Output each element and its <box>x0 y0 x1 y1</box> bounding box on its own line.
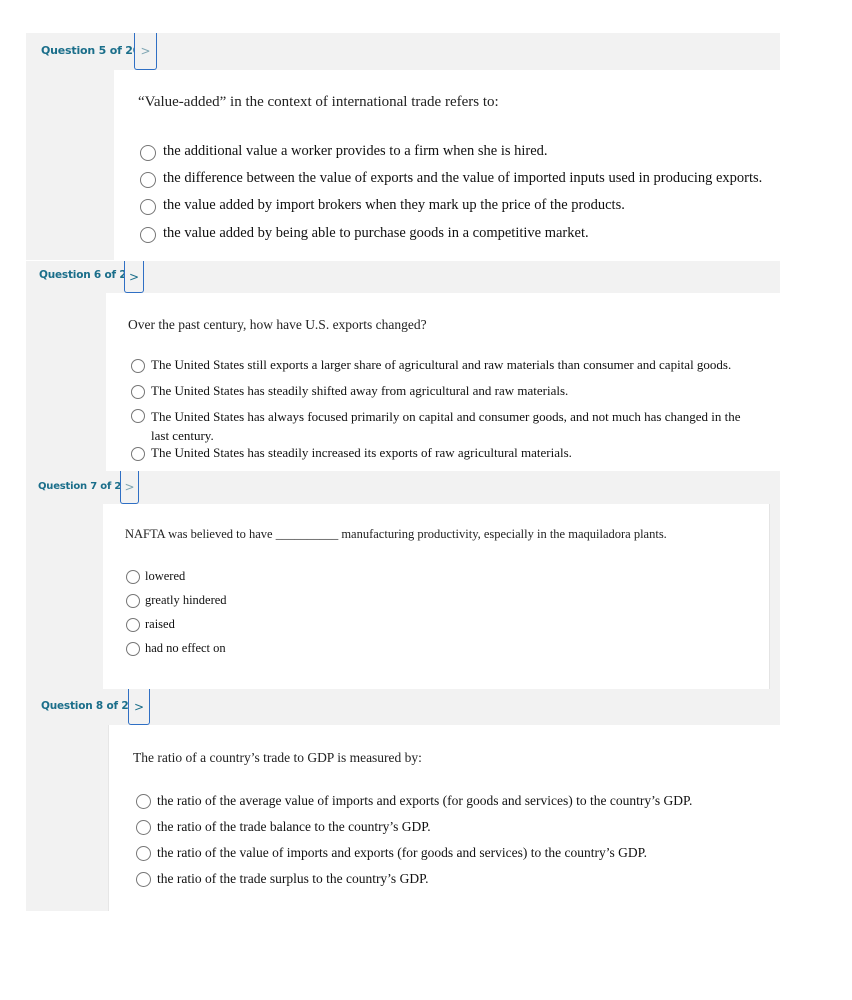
question-stem: NAFTA was believed to have __________ ma… <box>125 527 667 541</box>
question-card: Over the past century, how have U.S. exp… <box>106 293 780 471</box>
radio-button[interactable] <box>136 846 151 861</box>
radio-button[interactable] <box>131 447 145 461</box>
question-block-6: Question 6 of 20 > Over the past century… <box>26 261 780 471</box>
answer-option[interactable]: raised <box>126 617 175 632</box>
question-label: Question 7 of 20 <box>38 481 128 492</box>
radio-button[interactable] <box>126 570 140 584</box>
radio-button[interactable] <box>136 820 151 835</box>
answer-option[interactable]: the additional value a worker provides t… <box>140 143 548 161</box>
question-label: Question 5 of 20 <box>41 44 141 57</box>
answer-option[interactable]: The United States has steadily increased… <box>131 445 761 461</box>
question-stem: “Value-added” in the context of internat… <box>138 94 499 110</box>
next-question-button[interactable]: > <box>128 689 150 725</box>
radio-button[interactable] <box>136 872 151 887</box>
chevron-right-icon: > <box>140 44 151 58</box>
answer-option-text: greatly hindered <box>145 593 227 607</box>
radio-button[interactable] <box>126 618 140 632</box>
answer-option-text: had no effect on <box>145 641 226 655</box>
radio-button[interactable] <box>126 642 140 656</box>
radio-button[interactable] <box>140 199 156 215</box>
answer-option[interactable]: the value added by being able to purchas… <box>140 225 589 243</box>
chevron-right-icon: > <box>133 699 145 714</box>
chevron-right-icon: > <box>128 269 140 284</box>
answer-option-text: the ratio of the trade surplus to the co… <box>157 871 429 886</box>
answer-option[interactable]: had no effect on <box>126 641 226 656</box>
question-stem: Over the past century, how have U.S. exp… <box>128 317 427 332</box>
question-card: “Value-added” in the context of internat… <box>114 70 780 260</box>
radio-button[interactable] <box>140 227 156 243</box>
answer-option-text: the difference between the value of expo… <box>163 170 763 186</box>
next-question-button[interactable]: > <box>124 261 144 293</box>
question-card: The ratio of a country’s trade to GDP is… <box>109 725 780 911</box>
radio-button[interactable] <box>131 359 145 373</box>
question-label: Question 6 of 20 <box>39 269 134 281</box>
radio-button[interactable] <box>140 172 156 188</box>
next-question-button[interactable]: > <box>120 471 139 504</box>
answer-option-text: the additional value a worker provides t… <box>163 143 548 159</box>
answer-option-text: The United States still exports a larger… <box>151 357 732 372</box>
answer-option[interactable]: lowered <box>126 569 185 584</box>
radio-button[interactable] <box>136 794 151 809</box>
answer-option-text: the ratio of the value of imports and ex… <box>157 845 648 860</box>
answer-option[interactable]: greatly hindered <box>126 593 227 608</box>
radio-button[interactable] <box>140 145 156 161</box>
answer-option[interactable]: The United States still exports a larger… <box>131 357 761 373</box>
question-block-8: Question 8 of 20 > The ratio of a countr… <box>26 689 780 911</box>
question-stem: The ratio of a country’s trade to GDP is… <box>133 750 422 765</box>
answer-option[interactable]: the value added by import brokers when t… <box>140 197 625 215</box>
answer-option-text: the value added by import brokers when t… <box>163 197 625 213</box>
answer-option-text: The United States has steadily shifted a… <box>151 383 569 398</box>
answer-option-text: The United States has always focused pri… <box>151 409 741 443</box>
radio-button[interactable] <box>131 409 145 423</box>
sidebar-panel <box>26 725 109 911</box>
chevron-right-icon: > <box>124 480 135 494</box>
radio-button[interactable] <box>131 385 145 399</box>
answer-option[interactable]: the ratio of the average value of import… <box>136 793 692 809</box>
answer-option[interactable]: the ratio of the trade balance to the co… <box>136 819 431 835</box>
radio-button[interactable] <box>126 594 140 608</box>
question-card: NAFTA was believed to have __________ ma… <box>103 504 769 689</box>
question-block-5: Question 5 of 20 > “Value-added” in the … <box>26 33 780 260</box>
answer-option[interactable]: the ratio of the trade surplus to the co… <box>136 871 428 887</box>
answer-option-text: raised <box>145 617 175 631</box>
answer-option-text: lowered <box>145 569 186 583</box>
question-block-7: Question 7 of 20 > NAFTA was believed to… <box>26 471 780 689</box>
question-header <box>26 471 780 504</box>
answer-option[interactable]: The United States has always focused pri… <box>131 407 761 445</box>
answer-option-text: the ratio of the average value of import… <box>157 793 693 808</box>
next-question-button[interactable]: > <box>134 33 157 70</box>
question-label: Question 8 of 20 <box>41 700 136 712</box>
answer-option-text: the ratio of the trade balance to the co… <box>157 819 431 834</box>
answer-option[interactable]: the ratio of the value of imports and ex… <box>136 845 647 861</box>
answer-option-text: the value added by being able to purchas… <box>163 225 589 241</box>
answer-option[interactable]: the difference between the value of expo… <box>140 170 762 188</box>
answer-option-text: The United States has steadily increased… <box>151 445 572 460</box>
answer-option[interactable]: The United States has steadily shifted a… <box>131 383 761 399</box>
